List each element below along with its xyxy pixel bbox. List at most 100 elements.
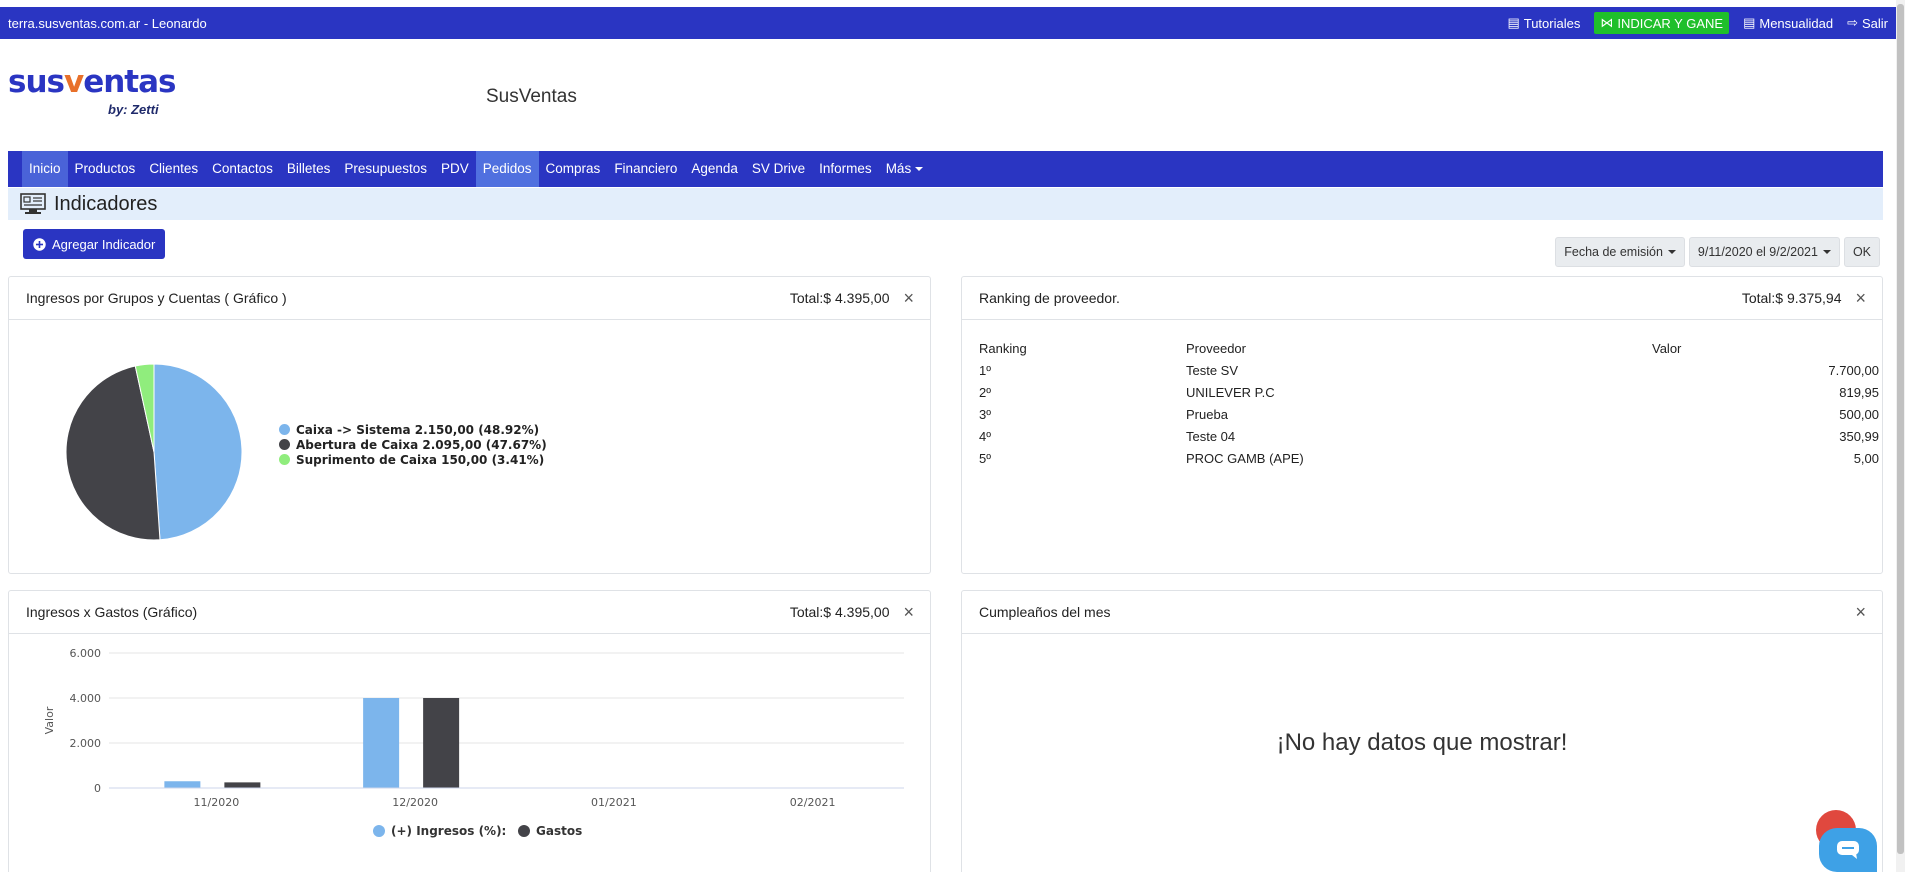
nav-item-pedidos[interactable]: Pedidos — [475, 151, 539, 187]
legend-item[interactable]: Abertura de Caixa 2.095,00 (47.67%) — [279, 437, 547, 452]
proveedor-cell: Teste SV — [1186, 362, 1239, 378]
nav-item-mas-label: Más — [885, 161, 912, 176]
mensualidad-link[interactable]: ▤ Mensualidad — [1743, 15, 1833, 31]
nav-item-mas[interactable]: Más — [879, 151, 931, 187]
page-scrollbar[interactable] — [1896, 0, 1905, 872]
chevron-down-icon — [1822, 250, 1831, 254]
table-header-row: Ranking Proveedor Valor — [979, 337, 1879, 359]
ingresos-gastos-card: Ingresos x Gastos (Gráfico) Total:$ 4.39… — [8, 590, 931, 872]
y-tick-label: 0 — [94, 782, 101, 795]
scrollbar-thumb[interactable] — [1897, 4, 1904, 854]
card-header: Ingresos x Gastos (Gráfico) Total:$ 4.39… — [9, 591, 930, 634]
nav-item-presupuestos[interactable]: Presupuestos — [337, 151, 434, 187]
card-total: Total:$ 9.375,94 — [1741, 290, 1842, 306]
app-title: SusVentas — [486, 86, 577, 107]
nav-item-contactos[interactable]: Contactos — [205, 151, 280, 187]
card-title: Ingresos por Grupos y Cuentas ( Gráfico … — [26, 290, 287, 306]
share-icon: ⋈ — [1600, 15, 1614, 30]
indicar-y-gane-button[interactable]: ⋈ INDICAR Y GANE — [1594, 12, 1730, 34]
close-icon[interactable]: × — [903, 602, 914, 623]
add-indicator-label: Agregar Indicador — [52, 236, 156, 252]
nav-item-compras[interactable]: Compras — [539, 151, 608, 187]
chat-icon — [1837, 841, 1859, 859]
col-ranking: Ranking — [979, 340, 1027, 356]
nav-item-productos[interactable]: Productos — [68, 151, 143, 187]
nav-item-clientes[interactable]: Clientes — [142, 151, 205, 187]
bar[interactable] — [363, 698, 400, 788]
nav-item-informes[interactable]: Informes — [812, 151, 879, 187]
rank-cell: 1º — [979, 362, 991, 378]
close-icon[interactable]: × — [903, 288, 914, 309]
legend-dot — [518, 825, 530, 837]
bar[interactable] — [164, 781, 201, 788]
credit-card-icon: ▤ — [1743, 15, 1756, 30]
card-header: Ranking de proveedor. Total:$ 9.375,94 × — [962, 277, 1882, 320]
tutoriales-link[interactable]: ▤ Tutoriales — [1507, 15, 1580, 31]
legend-label: Suprimento de Caixa 150,00 (3.41%) — [296, 452, 545, 467]
pie-slice[interactable] — [153, 363, 243, 541]
proveedor-cell: PROC GAMB (APE) — [1186, 450, 1304, 466]
proveedor-cell: Prueba — [1186, 406, 1228, 422]
pie-chart — [65, 363, 243, 541]
page-title: Indicadores — [54, 192, 158, 215]
pie-legend: Caixa -> Sistema 2.150,00 (48.92%) Abertu… — [279, 422, 547, 467]
legend-dot — [279, 424, 290, 435]
legend-label[interactable]: (+) Ingresos (%): — [391, 824, 506, 838]
nav-item-sv-drive[interactable]: SV Drive — [745, 151, 812, 187]
table-row: 5º PROC GAMB (APE) 5,00 — [979, 447, 1879, 469]
ok-button[interactable]: OK — [1843, 237, 1880, 267]
empty-state-message: ¡No hay datos que mostrar! — [1276, 729, 1568, 756]
add-indicator-button[interactable]: Agregar Indicador — [23, 229, 166, 259]
nav-item-agenda[interactable]: Agenda — [684, 151, 745, 187]
legend-dot — [279, 454, 290, 465]
nav-item-billetes[interactable]: Billetes — [280, 151, 338, 187]
ranking-proveedor-card: Ranking de proveedor. Total:$ 9.375,94 ×… — [961, 276, 1883, 574]
close-icon[interactable]: × — [1855, 288, 1866, 309]
card-title: Ranking de proveedor. — [979, 290, 1120, 306]
chat-button[interactable] — [1819, 828, 1877, 872]
legend-label: Caixa -> Sistema 2.150,00 (48.92%) — [296, 422, 540, 437]
nav-item-financiero[interactable]: Financiero — [607, 151, 684, 187]
x-tick-label: 11/2020 — [194, 796, 240, 809]
salir-label: Salir — [1861, 15, 1888, 31]
y-tick-label: 4.000 — [70, 692, 102, 705]
x-tick-label: 12/2020 — [392, 796, 438, 809]
card-header: Ingresos por Grupos y Cuentas ( Gráfico … — [9, 277, 930, 320]
legend-label: Abertura de Caixa 2.095,00 (47.67%) — [296, 437, 547, 452]
indicar-y-gane-label: INDICAR Y GANE — [1617, 15, 1724, 31]
y-tick-label: 6.000 — [70, 647, 102, 660]
legend-item[interactable]: Suprimento de Caixa 150,00 (3.41%) — [279, 452, 547, 467]
x-tick-label: 01/2021 — [591, 796, 637, 809]
site-account-label: terra.susventas.com.ar - Leonardo — [8, 15, 207, 31]
col-proveedor: Proveedor — [1186, 340, 1246, 356]
date-field-label: Fecha de emisión — [1564, 245, 1663, 259]
brand-logo[interactable]: susventas by: Zetti — [8, 64, 188, 124]
nav-item-inicio[interactable]: Inicio — [22, 151, 68, 187]
close-icon[interactable]: × — [1855, 602, 1866, 623]
card-total: Total:$ 4.395,00 — [789, 290, 890, 306]
brand-wordmark: susventas — [8, 64, 188, 100]
date-range-dropdown[interactable]: 9/11/2020 el 9/2/2021 — [1688, 237, 1840, 267]
salir-link[interactable]: ⇨ Salir — [1847, 15, 1888, 31]
chevron-down-icon — [1667, 250, 1676, 254]
legend-label[interactable]: Gastos — [536, 824, 582, 838]
rank-cell: 3º — [979, 406, 991, 422]
rank-cell: 4º — [979, 428, 991, 444]
dashboard-monitor-icon — [20, 193, 46, 214]
bar[interactable] — [423, 698, 460, 788]
nav-item-pdv[interactable]: PDV — [434, 151, 476, 187]
card-icon: ▤ — [1507, 15, 1520, 30]
card-title: Cumpleaños del mes — [979, 604, 1111, 620]
legend-item[interactable]: Caixa -> Sistema 2.150,00 (48.92%) — [279, 422, 547, 437]
valor-cell: 819,95 — [1839, 384, 1879, 400]
brand-sus: sus — [8, 64, 65, 100]
sign-out-icon: ⇨ — [1847, 15, 1858, 30]
page-header: Indicadores — [8, 188, 1883, 220]
proveedor-cell: Teste 04 — [1186, 428, 1236, 444]
main-nav: Inicio Productos Clientes Contactos Bill… — [8, 151, 1883, 187]
bar[interactable] — [224, 782, 261, 788]
bar-chart: 0 2.000 4.000 6.000 Valor 11/2020 12/2020 01/20… — [43, 647, 904, 838]
valor-cell: 5,00 — [1853, 450, 1879, 466]
date-field-dropdown[interactable]: Fecha de emisión — [1555, 237, 1685, 267]
y-axis-label: Valor — [43, 706, 56, 734]
